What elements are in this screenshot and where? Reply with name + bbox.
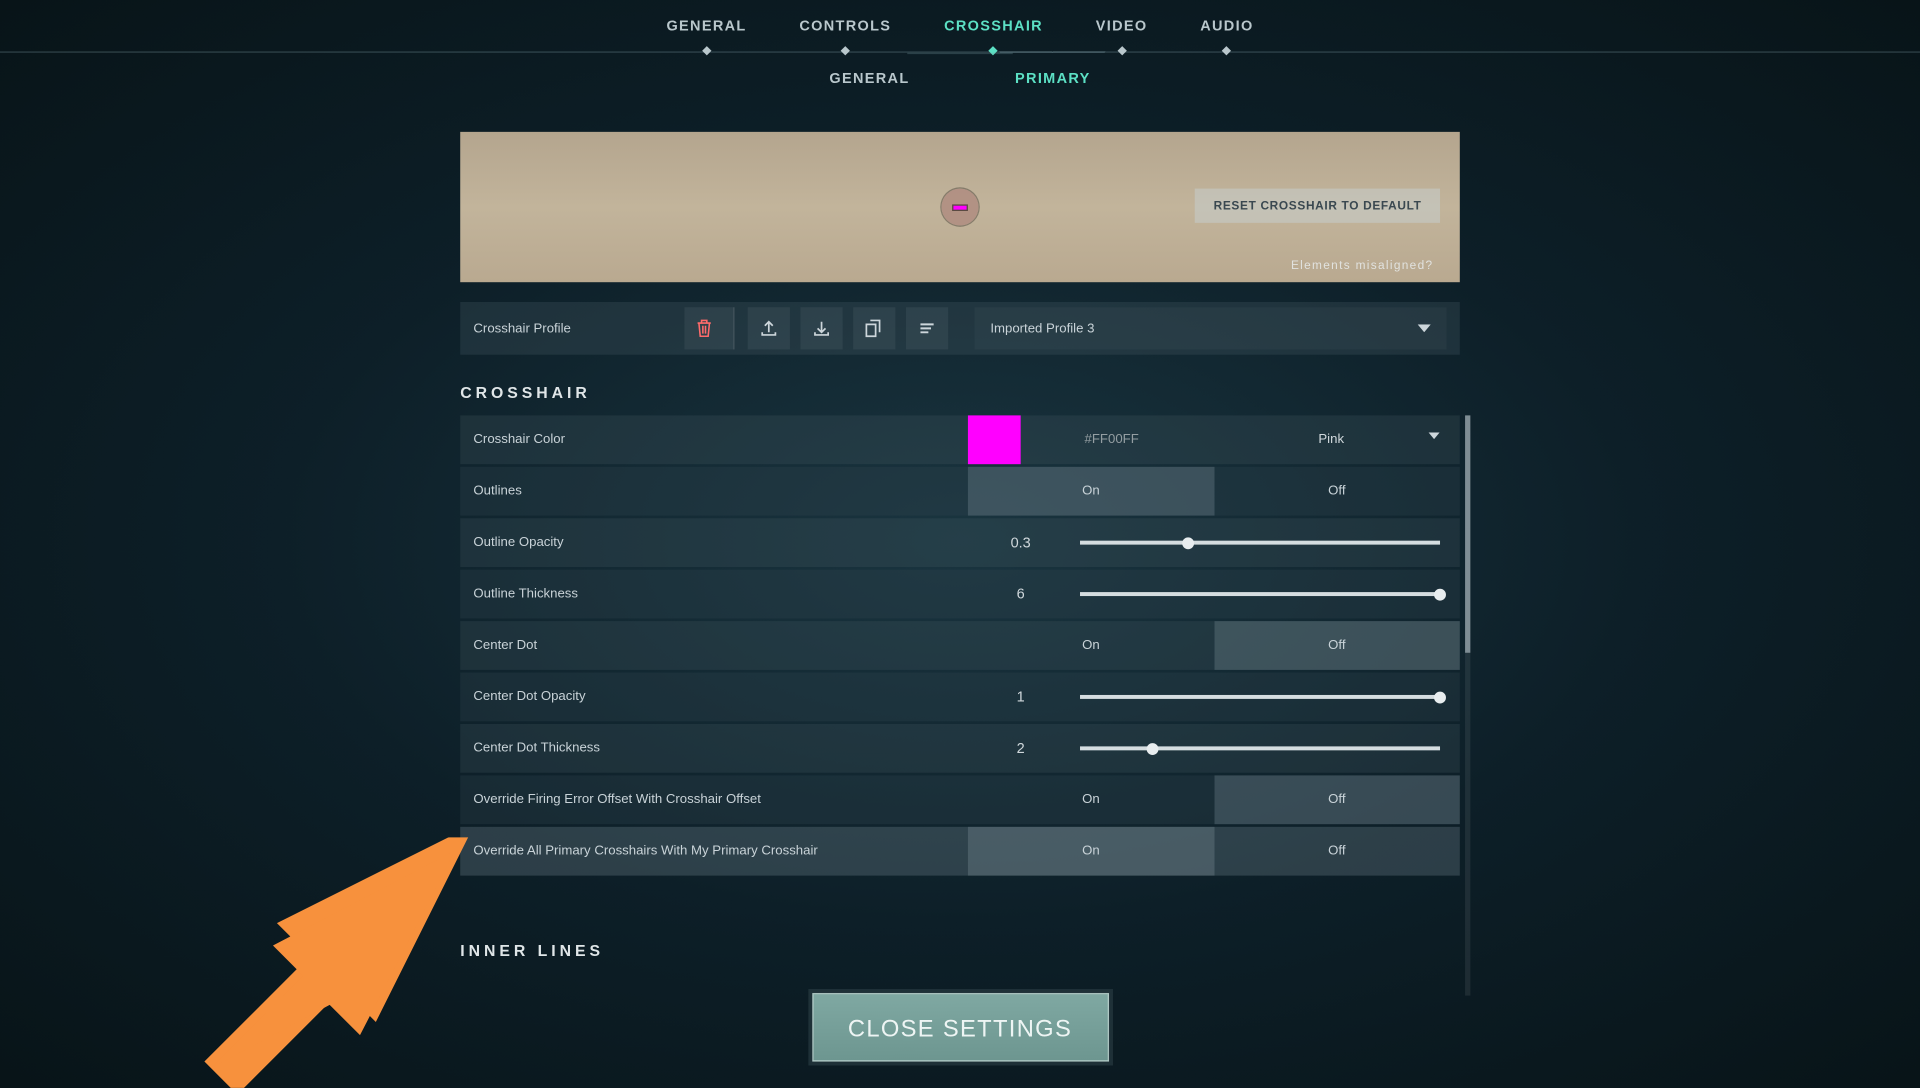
- color-hex[interactable]: #FF00FF: [1021, 433, 1203, 448]
- row-override-all: Override All Primary Crosshairs With My …: [460, 827, 1460, 876]
- color-name: Pink: [1318, 433, 1344, 448]
- label-override-all: Override All Primary Crosshairs With My …: [473, 844, 968, 859]
- upload-icon: [760, 319, 778, 337]
- trash-icon: [696, 319, 712, 337]
- misaligned-hint[interactable]: Elements misaligned?: [1291, 258, 1433, 271]
- sub-nav: GENERAL PRIMARY: [0, 53, 1920, 106]
- annotation-arrow: [191, 837, 481, 1088]
- row-outlines: Outlines On Off: [460, 467, 1460, 516]
- slider-outline-opacity[interactable]: [1080, 541, 1440, 545]
- scrollbar-thumb[interactable]: [1465, 415, 1470, 652]
- nav-audio[interactable]: AUDIO: [1200, 2, 1253, 49]
- toggle-center-dot: On Off: [968, 621, 1460, 670]
- row-outline-thickness: Outline Thickness 6: [460, 570, 1460, 619]
- color-dropdown[interactable]: Pink: [1203, 433, 1460, 448]
- nav-general[interactable]: GENERAL: [666, 2, 746, 49]
- profile-label: Crosshair Profile: [473, 321, 684, 336]
- toggle-outlines-off[interactable]: Off: [1214, 467, 1460, 516]
- nav-controls[interactable]: CONTROLS: [799, 2, 891, 49]
- label-center-dot-opacity: Center Dot Opacity: [473, 690, 968, 705]
- copy-profile-button[interactable]: [853, 307, 895, 349]
- slider-outline-thickness[interactable]: [1080, 592, 1440, 596]
- crosshair-preview-box: RESET CROSSHAIR TO DEFAULT Elements misa…: [460, 132, 1460, 282]
- subnav-primary[interactable]: PRIMARY: [1015, 53, 1091, 106]
- toggle-override-firing-on[interactable]: On: [968, 775, 1214, 824]
- settings-content: RESET CROSSHAIR TO DEFAULT Elements misa…: [460, 132, 1460, 1062]
- settings-panel: Crosshair Color #FF00FF Pink Outlines On…: [460, 415, 1460, 960]
- top-nav: GENERAL CONTROLS CROSSHAIR VIDEO AUDIO: [0, 0, 1920, 53]
- slider-center-dot-thickness[interactable]: [1080, 746, 1440, 750]
- row-center-dot-thickness: Center Dot Thickness 2: [460, 724, 1460, 773]
- nav-video[interactable]: VIDEO: [1096, 2, 1148, 49]
- label-outline-opacity: Outline Opacity: [473, 535, 968, 550]
- subnav-general[interactable]: GENERAL: [829, 53, 909, 106]
- profile-bar: Crosshair Profile Imported: [460, 302, 1460, 355]
- section-inner-lines-title: INNER LINES: [460, 942, 1460, 960]
- row-override-firing: Override Firing Error Offset With Crossh…: [460, 775, 1460, 824]
- label-outlines: Outlines: [473, 484, 968, 499]
- crosshair-preview-icon: [942, 189, 979, 226]
- toggle-center-dot-on[interactable]: On: [968, 621, 1214, 670]
- value-center-dot-thickness: 2: [968, 740, 1073, 756]
- row-outline-opacity: Outline Opacity 0.3: [460, 518, 1460, 567]
- label-center-dot: Center Dot: [473, 638, 968, 653]
- value-outline-thickness: 6: [968, 586, 1073, 602]
- section-crosshair-title: CROSSHAIR: [460, 384, 1460, 402]
- new-profile-button[interactable]: [906, 307, 948, 349]
- import-profile-button[interactable]: [800, 307, 842, 349]
- toggle-outlines: On Off: [968, 467, 1460, 516]
- slider-center-dot-opacity[interactable]: [1080, 695, 1440, 699]
- row-crosshair-color: Crosshair Color #FF00FF Pink: [460, 415, 1460, 464]
- close-settings-button[interactable]: CLOSE SETTINGS: [812, 993, 1109, 1062]
- delete-profile-button[interactable]: [684, 307, 734, 349]
- value-center-dot-opacity: 1: [968, 689, 1073, 705]
- toggle-override-firing: On Off: [968, 775, 1460, 824]
- color-swatch[interactable]: [968, 415, 1021, 464]
- label-crosshair-color: Crosshair Color: [473, 433, 968, 448]
- value-outline-opacity: 0.3: [968, 535, 1073, 551]
- profile-icon-group: [684, 307, 948, 349]
- export-profile-button[interactable]: [748, 307, 790, 349]
- list-icon: [918, 319, 936, 337]
- reset-crosshair-button[interactable]: RESET CROSSHAIR TO DEFAULT: [1195, 189, 1440, 223]
- toggle-override-all-on[interactable]: On: [968, 827, 1214, 876]
- toggle-override-all-off[interactable]: Off: [1214, 827, 1460, 876]
- chevron-down-icon: [1428, 433, 1440, 440]
- label-center-dot-thickness: Center Dot Thickness: [473, 741, 968, 756]
- chevron-down-icon: [1418, 324, 1431, 332]
- copy-icon: [865, 319, 883, 337]
- row-center-dot-opacity: Center Dot Opacity 1: [460, 673, 1460, 722]
- label-override-firing: Override Firing Error Offset With Crossh…: [473, 793, 968, 808]
- nav-crosshair[interactable]: CROSSHAIR: [944, 2, 1043, 49]
- toggle-outlines-on[interactable]: On: [968, 467, 1214, 516]
- toggle-override-all: On Off: [968, 827, 1460, 876]
- profile-dropdown[interactable]: Imported Profile 3: [975, 307, 1447, 349]
- toggle-center-dot-off[interactable]: Off: [1214, 621, 1460, 670]
- download-icon: [812, 319, 830, 337]
- scrollbar[interactable]: [1465, 415, 1470, 995]
- toggle-override-firing-off[interactable]: Off: [1214, 775, 1460, 824]
- label-outline-thickness: Outline Thickness: [473, 587, 968, 602]
- profile-selected-label: Imported Profile 3: [990, 321, 1094, 336]
- row-center-dot: Center Dot On Off: [460, 621, 1460, 670]
